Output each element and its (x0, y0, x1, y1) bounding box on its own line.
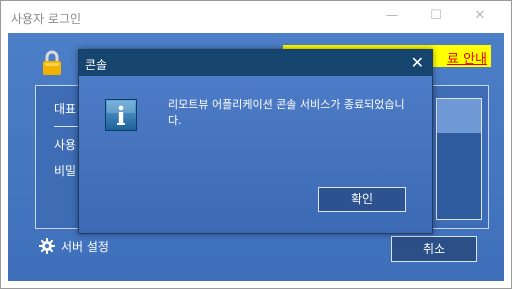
representative-label: 대표 (54, 102, 77, 116)
lock-icon (43, 50, 61, 75)
console-dialog: 콘솔 ✕ 리모트뷰 어플리케이션 콘솔 서비스가 종료되었습니다. 확인 (78, 49, 433, 234)
dialog-title: 콘솔 (85, 58, 108, 72)
dialog-titlebar: 콘솔 ✕ (79, 50, 432, 76)
password-label: 비밀 (54, 164, 77, 178)
window-close-button[interactable]: ✕ (471, 7, 489, 25)
minimize-button[interactable]: — (383, 7, 401, 25)
notice-link[interactable]: 료 안내 (447, 48, 487, 67)
side-image-box (436, 98, 482, 220)
login-titlebar: 사용자 로그인 — ☐ ✕ (1, 1, 511, 31)
ok-button[interactable]: 확인 (318, 187, 406, 212)
cancel-button[interactable]: 취소 (391, 236, 477, 262)
user-label: 사용 (54, 138, 77, 152)
gear-icon (39, 238, 55, 254)
side-image-top (437, 99, 481, 133)
server-settings-label: 서버 설정 (61, 240, 109, 254)
login-window-title: 사용자 로그인 (11, 12, 82, 26)
close-icon[interactable]: ✕ (411, 53, 424, 73)
info-icon (105, 99, 137, 131)
maximize-button[interactable]: ☐ (427, 7, 445, 25)
server-settings-link[interactable]: 서버 설정 (39, 238, 109, 255)
dialog-message: 리모트뷰 어플리케이션 콘솔 서비스가 종료되었습니다. (168, 98, 405, 127)
